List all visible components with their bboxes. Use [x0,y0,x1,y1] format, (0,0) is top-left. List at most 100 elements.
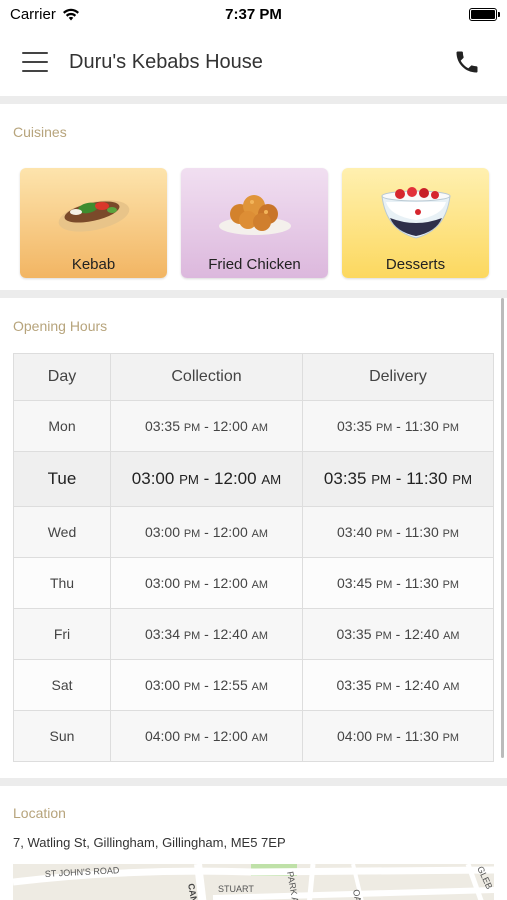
menu-icon-line [22,61,48,63]
start-time: 03:34 [144,626,181,642]
end-meridiem: AM [251,630,269,642]
end-meridiem: AM [251,528,269,540]
start-meridiem: PM [375,422,393,434]
address-text: 7, Watling St, Gillingham, Gillingham, M… [13,835,286,850]
table-header-row: Day Collection Delivery [13,353,494,401]
cuisine-card-kebab[interactable]: Kebab [20,168,167,278]
start-meridiem: PM [375,528,393,540]
fried-chicken-image [218,195,291,235]
cuisine-label: Desserts [385,256,446,273]
collection-time-cell: 03:00 PM - 12:00 AM [110,557,303,609]
wifi-icon [62,8,79,20]
table-row: Mon 03:35 PM - 12:00 AM 03:35 PM - 11:30 P… [13,400,494,452]
opening-hours-section: Opening Hours Day Collection Delivery Mo… [0,298,507,778]
cuisine-cards: Kebab Fried Chicken Desserts [20,168,491,278]
start-time: 03:00 [144,575,181,591]
opening-hours-table: Day Collection Delivery Mon 03:35 PM - 12… [13,353,494,762]
start-time: 03:35 [337,418,373,434]
start-meridiem: PM [183,732,201,744]
opening-hours-title: Opening Hours [13,318,108,334]
end-time: 11:30 [404,575,439,591]
location-map[interactable]: ST JOHN'S ROAD CAN STUART PARK AV OAD GL… [13,864,494,900]
section-divider [0,290,507,298]
scrollbar[interactable] [501,298,504,758]
start-meridiem: PM [371,472,392,487]
end-time: 12:00 [212,418,248,434]
column-header-day: Day [13,353,111,401]
cuisines-title: Cuisines [13,124,67,140]
start-time: 04:00 [144,728,181,744]
collection-time-cell: 03:00 PM - 12:00 AM [110,451,303,507]
table-row: Sat 03:00 PM - 12:55 AM 03:35 PM - 12:40 A… [13,659,494,711]
start-time: 03:35 [144,418,181,434]
start-meridiem: PM [183,528,201,540]
delivery-time-cell: 03:35 PM - 11:30 PM [302,400,494,452]
end-time: 12:40 [212,626,248,642]
delivery-time-cell: 04:00 PM - 11:30 PM [302,710,494,762]
day-cell: Wed [13,506,111,558]
table-row: Sun 04:00 PM - 12:00 AM 04:00 PM - 11:30 P… [13,710,494,762]
delivery-time-cell: 03:40 PM - 11:30 PM [302,506,494,558]
end-time: 11:30 [404,524,439,540]
day-cell: Mon [13,400,111,452]
battery-icon [469,7,500,21]
phone-icon [456,51,478,73]
end-meridiem: AM [251,422,269,434]
start-time: 03:35 [323,469,367,488]
end-time: 11:30 [406,469,448,488]
start-time: 03:00 [131,469,175,488]
cuisine-label: Kebab [71,256,116,273]
section-divider [0,96,507,104]
start-meridiem: PM [183,681,201,693]
end-meridiem: AM [443,630,460,642]
start-meridiem: PM [179,472,199,487]
end-meridiem: AM [251,732,269,744]
end-time: 12:55 [212,677,248,693]
end-time: 12:00 [212,575,248,591]
menu-button[interactable] [22,52,48,72]
start-time: 04:00 [337,728,373,744]
start-meridiem: PM [183,630,201,642]
cuisine-card-desserts[interactable]: Desserts [342,168,489,278]
collection-time-cell: 04:00 PM - 12:00 AM [110,710,303,762]
delivery-time-cell: 03:35 PM - 12:40 AM [302,659,494,711]
table-row: Wed 03:00 PM - 12:00 AM 03:40 PM - 11:30 P… [13,506,494,558]
location-section: Location 7, Watling St, Gillingham, Gill… [0,786,507,900]
end-meridiem: AM [261,472,282,487]
collection-time-cell: 03:35 PM - 12:00 AM [110,400,303,452]
delivery-time-cell: 03:35 PM - 11:30 PM [302,451,494,507]
end-meridiem: PM [452,472,473,487]
end-time: 12:00 [212,728,248,744]
cuisines-section: Cuisines Kebab Fried Chicken Desserts [0,104,507,290]
location-title: Location [13,805,66,821]
menu-icon-line [22,52,48,54]
start-time: 03:40 [337,524,373,540]
end-time: 12:00 [214,469,257,488]
end-meridiem: AM [251,681,269,693]
table-row: Thu 03:00 PM - 12:00 AM 03:45 PM - 11:30 P… [13,557,494,609]
end-time: 12:00 [212,524,248,540]
collection-time-cell: 03:00 PM - 12:00 AM [110,506,303,558]
day-cell: Thu [13,557,111,609]
day-cell: Fri [13,608,111,660]
call-button[interactable] [453,48,481,76]
menu-icon-line [22,70,48,72]
end-time: 11:30 [404,728,439,744]
start-meridiem: PM [375,732,393,744]
start-time: 03:35 [336,677,372,693]
app-header: Duru's Kebabs House [0,28,507,96]
delivery-time-cell: 03:45 PM - 11:30 PM [302,557,494,609]
kebab-image [58,200,129,232]
dessert-image [380,187,451,239]
start-meridiem: PM [183,422,201,434]
collection-time-cell: 03:34 PM - 12:40 AM [110,608,303,660]
end-meridiem: AM [443,681,460,693]
section-divider [0,778,507,786]
map-label: STUART [218,884,254,894]
page-title: Duru's Kebabs House [69,50,263,73]
day-cell: Sun [13,710,111,762]
start-time: 03:35 [336,626,372,642]
start-meridiem: PM [183,579,201,591]
start-meridiem: PM [375,579,393,591]
cuisine-card-fried-chicken[interactable]: Fried Chicken [181,168,328,278]
